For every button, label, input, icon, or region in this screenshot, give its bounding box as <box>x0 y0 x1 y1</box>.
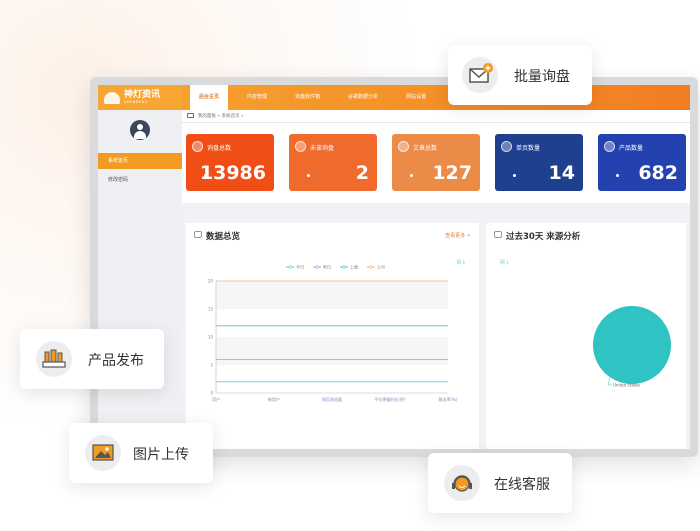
monitor-frame: 神灯资讯 SHENDENG 后台主页 内容管理 询盘收件箱 谷歌数据分析 网站设… <box>90 77 698 457</box>
x-tick-label: 用户 <box>212 396 220 402</box>
pie-label: United States <box>613 383 640 388</box>
card-label: 批量询盘 <box>514 69 570 85</box>
headset-icon <box>444 465 480 501</box>
line-chart: 0 5 10 15 20 用户 新用户 网页浏览量 平均停留时长(秒) 跳出率(%) 今日 昨日 上周 上… <box>208 264 458 403</box>
view-more-link[interactable]: 查看更多 > <box>445 232 471 239</box>
document-icon <box>398 141 409 152</box>
sidebar: 系统首页 修改密码 <box>98 110 182 449</box>
stat-card-unread[interactable]: 未读询盘 2 <box>289 134 377 191</box>
y-tick-label: 20 <box>208 279 214 284</box>
legend-label[interactable]: 今日 <box>296 264 304 270</box>
stat-card-pages[interactable]: 单页数量 14 <box>495 134 583 191</box>
layers-icon <box>604 141 615 152</box>
stat-value: 13986 <box>199 162 266 184</box>
stat-label: 产品数量 <box>619 145 644 152</box>
nav-content[interactable]: 内容管理 <box>238 85 276 110</box>
nav-settings[interactable]: 网站设置 <box>397 85 435 110</box>
legend-label[interactable]: 昨日 <box>323 264 331 270</box>
x-tick-label: 平均停留时长(秒) <box>374 396 406 402</box>
stat-label: 单页数量 <box>516 145 541 152</box>
megaphone-icon <box>494 231 502 238</box>
stat-card-products[interactable]: 产品数量 682 <box>598 134 686 191</box>
nav-inbox[interactable]: 询盘收件箱 <box>286 85 329 110</box>
top-bar: 神灯资讯 SHENDENG 后台主页 内容管理 询盘收件箱 谷歌数据分析 网站设… <box>98 85 690 110</box>
x-tick-label: 跳出率(%) <box>439 396 458 402</box>
breadcrumb: 我的面板 » 系统首页 » <box>198 114 244 119</box>
stat-value: 14 <box>548 162 575 184</box>
nav-analytics[interactable]: 谷歌数据分析 <box>339 85 387 110</box>
stat-value: 2 <box>355 162 369 184</box>
data-overview-panel: 数据总览 查看更多 > ▤ ⤓ 0 5 10 15 20 用户 新用户 网页浏览量 平均停留时长… <box>186 223 479 449</box>
stat-label: 询盘总数 <box>207 145 232 152</box>
breadcrumb-bar: 我的面板 » 系统首页 » <box>182 110 690 123</box>
panel-title: 过去30天 来源分析 <box>506 232 581 242</box>
stat-label: 文章总数 <box>413 145 438 152</box>
logo[interactable]: 神灯资讯 SHENDENG <box>98 85 182 110</box>
stat-value: 127 <box>432 162 472 184</box>
card-label: 产品发布 <box>88 353 144 369</box>
stat-card-inquiries[interactable]: 询盘总数 13986 <box>186 134 274 191</box>
x-tick-label: 新用户 <box>268 396 280 402</box>
inbox-icon <box>192 141 203 152</box>
card-image-upload[interactable]: 图片上传 <box>69 423 213 483</box>
source-analysis-panel: 过去30天 来源分析 ▤ ⤓ United States <box>486 223 686 449</box>
page-icon <box>501 141 512 152</box>
y-tick-label: 5 <box>210 363 213 368</box>
logo-subtext: SHENDENG <box>124 99 148 104</box>
nav-home[interactable]: 后台主页 <box>190 85 229 110</box>
y-tick-label: 15 <box>208 307 214 312</box>
legend-label[interactable]: 上周 <box>350 264 358 270</box>
card-online-service[interactable]: 在线客服 <box>428 453 572 513</box>
chart-icon <box>194 231 202 238</box>
card-product-publish[interactable]: 产品发布 <box>20 329 164 389</box>
admin-screen: 神灯资讯 SHENDENG 后台主页 内容管理 询盘收件箱 谷歌数据分析 网站设… <box>98 85 690 449</box>
legend-label[interactable]: 上月 <box>377 264 385 270</box>
x-tick-label: 网页浏览量 <box>322 396 342 402</box>
avatar[interactable] <box>130 120 150 140</box>
y-tick-label: 0 <box>210 391 213 396</box>
card-label: 在线客服 <box>494 477 550 493</box>
top-nav: 后台主页 内容管理 询盘收件箱 谷歌数据分析 网站设置 <box>190 85 445 110</box>
y-tick-label: 10 <box>208 335 214 340</box>
logo-text: 神灯资讯 <box>124 89 161 100</box>
products-shelf-icon <box>36 341 72 377</box>
panel-title: 数据总览 <box>206 232 241 242</box>
card-label: 图片上传 <box>133 447 189 463</box>
unread-icon <box>295 141 306 152</box>
stats-row: 询盘总数 13986 未读询盘 2 文章总数 127 单页数量 14 产品数量 … <box>182 123 690 203</box>
stat-value: 682 <box>638 162 678 184</box>
image-icon <box>85 435 121 471</box>
main-area: 我的面板 » 系统首页 » 询盘总数 13986 未读询盘 2 文章总数 127… <box>182 110 690 449</box>
monitor-icon <box>187 113 194 118</box>
envelope-plus-icon <box>462 57 498 93</box>
pie-chart: United States <box>593 306 671 388</box>
stat-label: 未读询盘 <box>310 145 335 152</box>
sidebar-item-home[interactable]: 系统首页 <box>98 153 182 169</box>
pie-slice[interactable] <box>593 306 671 384</box>
sidebar-item-password[interactable]: 修改密码 <box>98 172 182 188</box>
logo-lamp-icon <box>104 91 120 104</box>
stat-card-articles[interactable]: 文章总数 127 <box>392 134 480 191</box>
card-batch-inquiry[interactable]: 批量询盘 <box>448 45 592 105</box>
